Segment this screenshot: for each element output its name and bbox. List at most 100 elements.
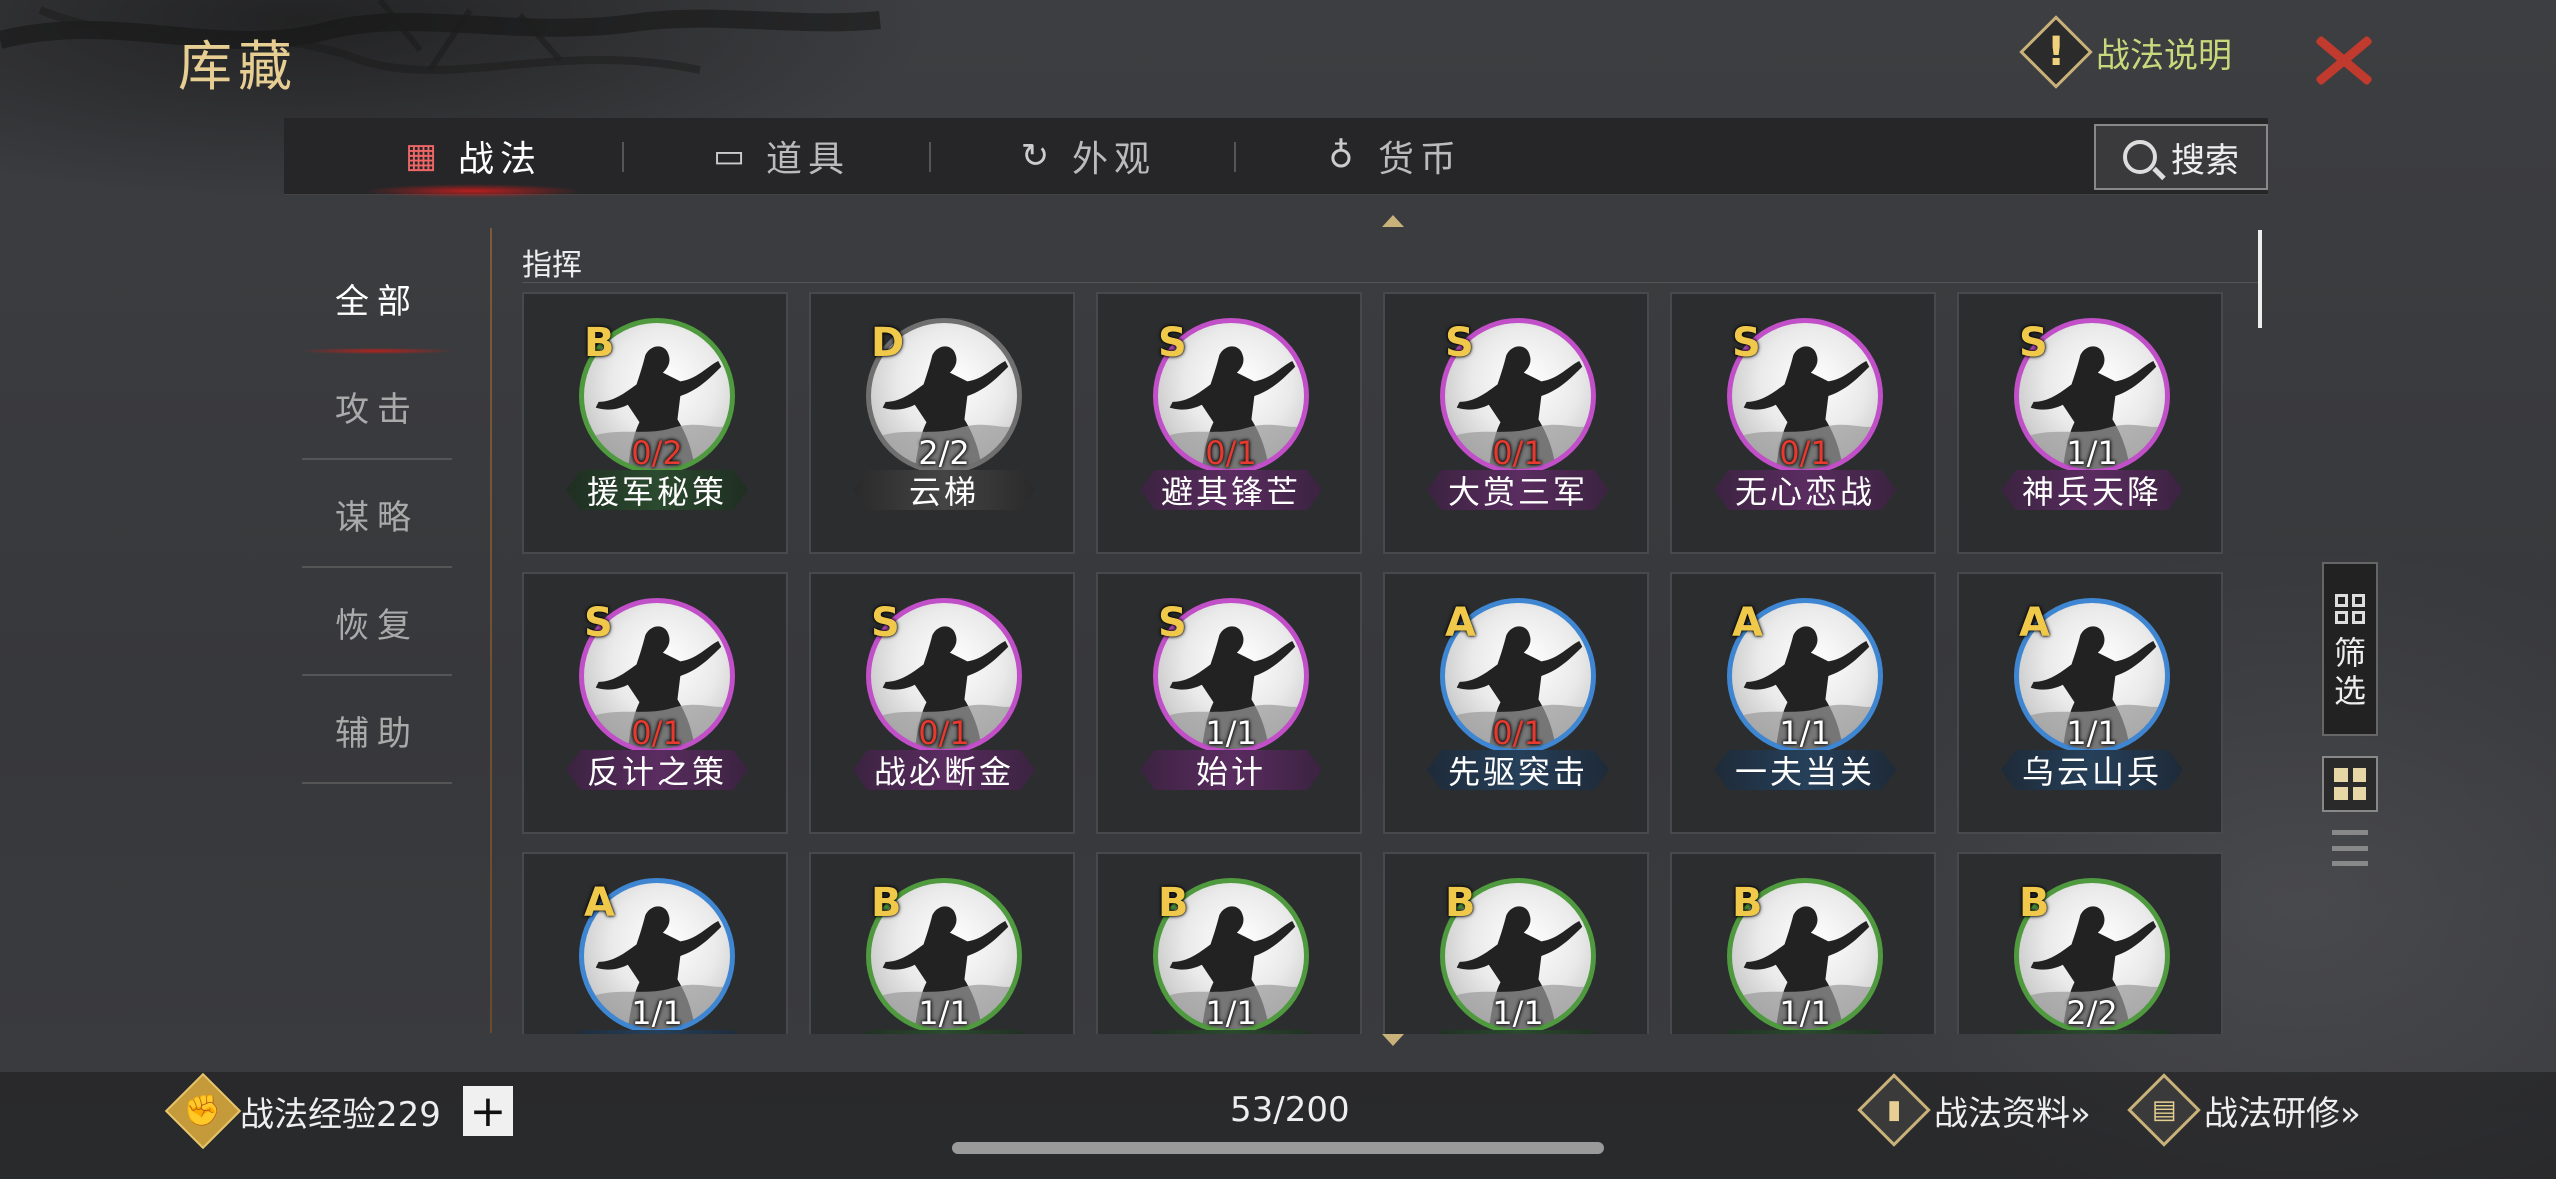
owned-count: 0/1 xyxy=(1205,434,1257,472)
filter-button[interactable]: 筛 选 xyxy=(2322,562,2378,736)
tab-items[interactable]: ▭ 道具 xyxy=(712,118,850,194)
tactic-card[interactable]: B 1/1美人计 xyxy=(1383,852,1649,1034)
grade-badge: B xyxy=(871,880,902,926)
tactic-card[interactable]: B 1/1疾风迅雷 xyxy=(1096,852,1362,1034)
tactic-card[interactable]: A 1/1 乌云山兵 xyxy=(1957,572,2223,834)
tactic-card[interactable]: A 0/1 先驱突击 xyxy=(1383,572,1649,834)
tactic-study-link[interactable]: ▤ 战法研修» xyxy=(2127,1073,2361,1147)
tactic-grid: B 0/2 援军秘策 D 2/2 云梯 S 0/1 避其锋芒 S 0/1 大赏三军 S 0/1 无心恋战 S 1… xyxy=(522,292,2242,1034)
owned-count: 1/1 xyxy=(1205,994,1257,1032)
scroll-icon: ▤ xyxy=(2127,1073,2201,1147)
tab-appearance[interactable]: ↻ 外观 xyxy=(1018,118,1156,194)
grade-badge: S xyxy=(1158,600,1187,646)
owned-count: 1/1 xyxy=(2066,714,2118,752)
owned-count: 1/1 xyxy=(2066,434,2118,472)
category-tabbar: ▦ 战法 ▭ 道具 ↻ 外观 ♁ 货币 xyxy=(284,118,2268,198)
owned-count: 0/1 xyxy=(918,714,970,752)
tactic-card[interactable]: B 1/1突城 xyxy=(1670,852,1936,1034)
exclamation-icon: ! xyxy=(2019,15,2093,89)
tactic-name: 一夫当关 xyxy=(1714,750,1896,790)
help-label: 战法说明 xyxy=(2096,35,2232,76)
tactic-name: 白刃 xyxy=(566,1030,748,1034)
tactic-card[interactable]: S 0/1 战必断金 xyxy=(809,572,1075,834)
search-button[interactable]: 搜索 xyxy=(2094,124,2268,190)
tab-currency[interactable]: ♁ 货币 xyxy=(1324,118,1462,194)
tactic-card[interactable]: D 2/2 云梯 xyxy=(809,292,1075,554)
tactic-card[interactable]: S 1/1 始计 xyxy=(1096,572,1362,834)
grid-icon xyxy=(2335,594,2365,624)
grade-badge: B xyxy=(1445,880,1476,926)
grade-badge: S xyxy=(1158,320,1187,366)
scroll-up-icon[interactable] xyxy=(1382,215,1404,227)
owned-count: 1/1 xyxy=(1779,994,1831,1032)
tactic-card[interactable]: A 1/1 一夫当关 xyxy=(1670,572,1936,834)
tactic-grid-viewport[interactable]: B 0/2 援军秘策 D 2/2 云梯 S 0/1 避其锋芒 S 0/1 大赏三军 S 0/1 无心恋战 S 1… xyxy=(522,292,2242,1034)
grade-badge: D xyxy=(871,320,905,366)
tactic-card[interactable]: S 1/1 神兵天降 xyxy=(1957,292,2223,554)
grid-view-toggle[interactable] xyxy=(2322,756,2378,812)
tactic-card[interactable]: S 0/1 大赏三军 xyxy=(1383,292,1649,554)
tactic-name: 始计 xyxy=(1140,750,1322,790)
tactic-card[interactable]: A 1/1白刃 xyxy=(522,852,788,1034)
help-button[interactable]: ! 战法说明 xyxy=(2019,15,2232,89)
sidebar-item-attack[interactable]: 攻击 xyxy=(302,352,452,460)
tactic-name: 乌云山兵 xyxy=(2001,750,2183,790)
tactic-name: 兵声之策 xyxy=(2001,1030,2183,1034)
owned-count: 0/1 xyxy=(1492,434,1544,472)
tactic-name: 战必断金 xyxy=(853,750,1035,790)
tactic-name: 反计之策 xyxy=(566,750,748,790)
tactic-card[interactable]: B 2/2兵声之策 xyxy=(1957,852,2223,1034)
owned-count: 2/2 xyxy=(918,434,970,472)
owned-count: 1/1 xyxy=(1205,714,1257,752)
tactic-card[interactable]: S 0/1 避其锋芒 xyxy=(1096,292,1362,554)
tactic-name: 美人计 xyxy=(1427,1030,1609,1034)
tactic-name: 大赏三军 xyxy=(1427,470,1609,510)
sidebar-item-all[interactable]: 全部 xyxy=(302,244,452,354)
grade-badge: S xyxy=(2019,320,2048,366)
grade-badge: S xyxy=(1445,320,1474,366)
tactic-name: 神兵天降 xyxy=(2001,470,2183,510)
book-stack-icon: ▭ xyxy=(712,136,752,176)
tactic-info-link[interactable]: ▮ 战法资料» xyxy=(1857,1073,2091,1147)
grade-badge: A xyxy=(1732,600,1763,646)
owned-count: 1/1 xyxy=(918,994,970,1032)
owned-count: 1/1 xyxy=(1492,994,1544,1032)
tactic-card[interactable]: S 0/1 无心恋战 xyxy=(1670,292,1936,554)
home-indicator[interactable] xyxy=(952,1142,1604,1154)
tactic-exp: ✊ 战法经验229 + xyxy=(164,1072,513,1150)
tactic-name: 远攻秘策 xyxy=(853,1030,1035,1034)
owned-count: 1/1 xyxy=(1779,714,1831,752)
tactic-name: 云梯 xyxy=(853,470,1035,510)
sidebar-item-support[interactable]: 辅助 xyxy=(302,676,452,784)
grade-badge: A xyxy=(584,880,615,926)
section-divider xyxy=(522,282,2262,283)
list-view-toggle[interactable] xyxy=(2332,830,2368,866)
tactic-capacity: 53/200 xyxy=(1230,1090,1350,1130)
add-exp-button[interactable]: + xyxy=(462,1086,513,1137)
owned-count: 2/2 xyxy=(2066,994,2118,1032)
tactic-card[interactable]: B 1/1远攻秘策 xyxy=(809,852,1075,1034)
close-icon[interactable] xyxy=(2314,30,2374,90)
category-sidebar: 全部 攻击 谋略 恢复 辅助 xyxy=(302,244,452,784)
scroll-down-icon[interactable] xyxy=(1382,1034,1404,1046)
grade-badge: S xyxy=(871,600,900,646)
grade-badge: S xyxy=(1732,320,1761,366)
owned-count: 0/1 xyxy=(631,714,683,752)
owned-count: 0/1 xyxy=(1779,434,1831,472)
sidebar-item-strategy[interactable]: 谋略 xyxy=(302,460,452,568)
scrollbar[interactable] xyxy=(2258,230,2262,328)
tactic-name: 援军秘策 xyxy=(566,470,748,510)
tactic-card[interactable]: S 0/1 反计之策 xyxy=(522,572,788,834)
owned-count: 0/1 xyxy=(1492,714,1544,752)
tactic-name: 避其锋芒 xyxy=(1140,470,1322,510)
sidebar-item-recovery[interactable]: 恢复 xyxy=(302,568,452,676)
tab-tactics[interactable]: ▦ 战法 xyxy=(363,118,583,198)
grade-badge: S xyxy=(584,600,613,646)
grade-badge: B xyxy=(584,320,615,366)
grade-badge: A xyxy=(1445,600,1476,646)
tactic-card[interactable]: B 0/2 援军秘策 xyxy=(522,292,788,554)
grade-badge: B xyxy=(1158,880,1189,926)
owned-count: 1/1 xyxy=(631,994,683,1032)
search-icon xyxy=(2123,140,2157,174)
owned-count: 0/2 xyxy=(631,434,683,472)
